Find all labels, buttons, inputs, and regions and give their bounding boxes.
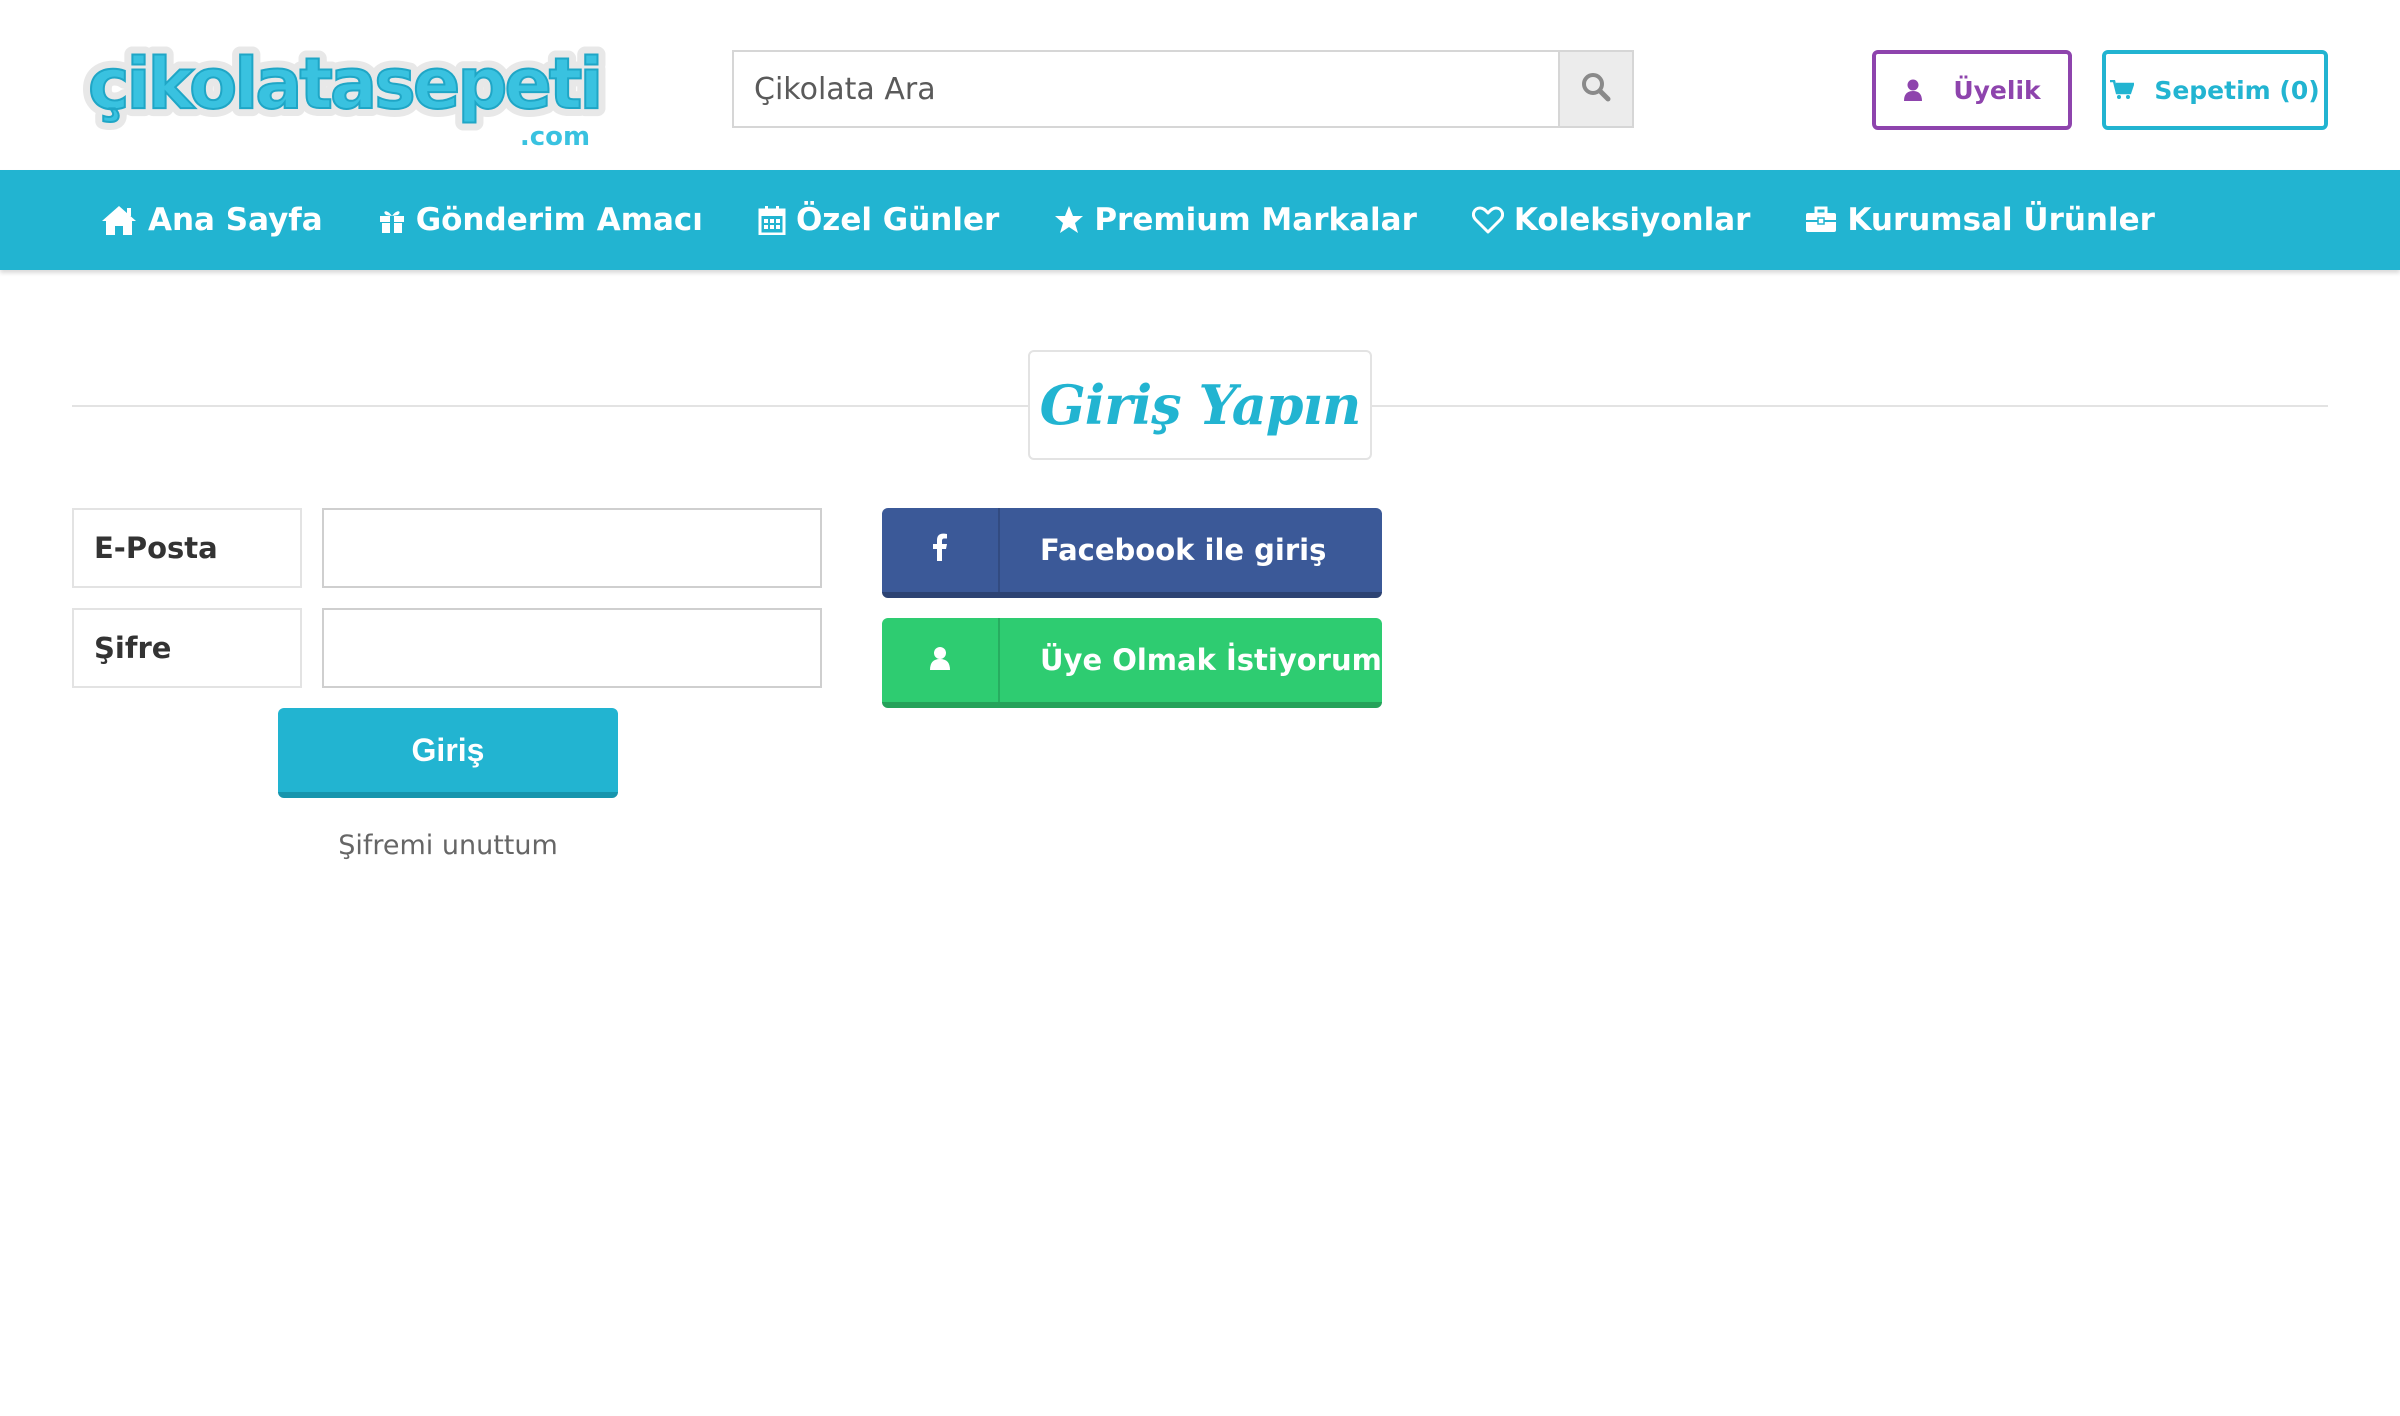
- forgot-password-link[interactable]: Şifremi unuttum: [278, 830, 618, 861]
- cart-icon: [2110, 80, 2135, 100]
- calendar-icon: [758, 205, 786, 235]
- nav-label: Koleksiyonlar: [1513, 202, 1751, 238]
- nav-label: Kurumsal Ürünler: [1847, 202, 2155, 238]
- search-button[interactable]: [1558, 50, 1634, 128]
- facebook-icon-cell: [882, 508, 1000, 592]
- register-button[interactable]: Üye Olmak İstiyorum: [882, 618, 1382, 708]
- nav-item-premium-brands[interactable]: Premium Markalar: [1054, 202, 1417, 238]
- facebook-icon: [932, 533, 948, 568]
- search-bar: [732, 50, 1634, 128]
- main-nav: Ana Sayfa Gönderim Amacı Özel Günler Pre…: [0, 170, 2400, 270]
- register-label: Üye Olmak İstiyorum: [1040, 643, 1382, 677]
- nav-item-collections[interactable]: Koleksiyonlar: [1471, 202, 1751, 238]
- star-icon: [1054, 205, 1084, 235]
- user-icon: [929, 643, 951, 677]
- heart-icon: [1471, 206, 1504, 234]
- facebook-login-label: Facebook ile giriş: [1040, 533, 1327, 567]
- nav-label: Premium Markalar: [1094, 202, 1417, 238]
- email-field[interactable]: [322, 508, 822, 588]
- password-label: Şifre: [72, 608, 302, 688]
- nav-item-corporate-products[interactable]: Kurumsal Ürünler: [1805, 202, 2155, 238]
- password-field[interactable]: [322, 608, 822, 688]
- site-header: çikolatasepeti çikolatasepeti .com Üyeli…: [0, 0, 2400, 170]
- email-label: E-Posta: [72, 508, 302, 588]
- nav-label: Özel Günler: [795, 202, 1000, 238]
- gift-icon: [378, 206, 406, 234]
- register-icon-cell: [882, 618, 1000, 702]
- user-icon: [1903, 79, 1923, 101]
- nav-label: Gönderim Amacı: [415, 202, 703, 238]
- cart-label: Sepetim (0): [2154, 75, 2320, 105]
- cart-button[interactable]: Sepetim (0): [2102, 50, 2328, 130]
- svg-text:.com: .com: [520, 122, 590, 152]
- nav-label: Ana Sayfa: [148, 202, 323, 238]
- nav-item-send-purpose[interactable]: Gönderim Amacı: [378, 202, 703, 238]
- search-icon: [1581, 72, 1611, 106]
- home-icon: [100, 204, 138, 236]
- membership-label: Üyelik: [1953, 75, 2041, 105]
- briefcase-icon: [1805, 206, 1837, 234]
- login-button[interactable]: Giriş: [278, 708, 618, 798]
- nav-item-special-days[interactable]: Özel Günler: [758, 202, 999, 238]
- membership-button[interactable]: Üyelik: [1872, 50, 2072, 130]
- nav-item-home[interactable]: Ana Sayfa: [100, 202, 323, 238]
- svg-text:çikolatasepeti: çikolatasepeti: [88, 43, 600, 125]
- search-input[interactable]: [732, 50, 1560, 128]
- site-logo[interactable]: çikolatasepeti çikolatasepeti .com: [80, 30, 630, 155]
- facebook-login-button[interactable]: Facebook ile giriş: [882, 508, 1382, 598]
- page-title: Giriş Yapın: [1028, 350, 1372, 460]
